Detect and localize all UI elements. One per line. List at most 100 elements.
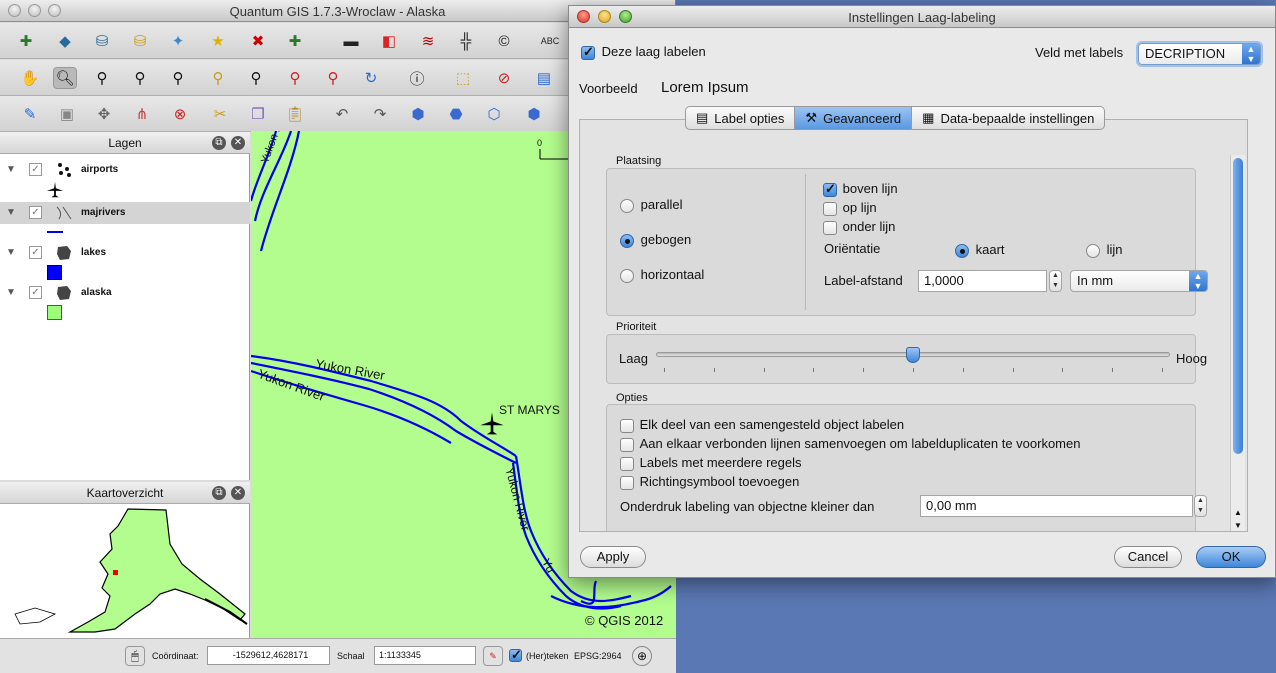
position-option[interactable]: boven lijn xyxy=(823,181,898,197)
delete-ring-icon[interactable]: ⬢ xyxy=(522,103,546,125)
suppress-stepper[interactable]: ▲ ▼ xyxy=(1194,495,1207,517)
copy-icon[interactable]: ❐ xyxy=(246,103,270,125)
label-every-part-checkbox[interactable] xyxy=(620,418,634,433)
above-line-checkbox[interactable] xyxy=(823,181,837,197)
zoom-next-icon[interactable]: ⚲ xyxy=(321,67,345,89)
add-vector-icon[interactable]: ◆ xyxy=(53,30,77,52)
option-item[interactable]: Labels met meerdere regels xyxy=(620,455,801,471)
plugin-red-icon[interactable]: ◧ xyxy=(377,30,401,52)
priority-slider-thumb[interactable] xyxy=(906,347,920,363)
label-abc-icon[interactable]: ABC xyxy=(538,30,562,52)
layer-visibility-checkbox[interactable]: ✓ xyxy=(29,163,42,176)
zoom-selection-icon[interactable]: ⚲ xyxy=(206,67,230,89)
content-scrollbar[interactable]: ▲ ▼ xyxy=(1230,155,1245,531)
mouse-coordinate-toggle-icon[interactable]: 🖱︎ xyxy=(125,646,145,666)
position-option[interactable]: op lijn xyxy=(823,200,877,216)
below-line-checkbox[interactable] xyxy=(823,220,837,235)
cut-icon[interactable]: ✂ xyxy=(208,103,232,125)
zoom-out-icon[interactable]: ⚲ xyxy=(90,67,114,89)
pan-hand-icon[interactable]: ✋ xyxy=(18,67,42,89)
merge-lines-checkbox[interactable] xyxy=(620,437,634,452)
tab-data-defined[interactable]: ▦ Data-bepaalde instellingen xyxy=(912,107,1104,129)
add-star-icon[interactable]: ★ xyxy=(206,30,230,52)
float-panel-icon[interactable]: ⧉ xyxy=(212,136,226,150)
placement-option[interactable]: parallel xyxy=(620,197,683,213)
distance-unit-select[interactable]: In mm ▲ ▼ xyxy=(1070,270,1208,292)
zoom-in-icon[interactable]: 🔍︎ xyxy=(53,67,77,89)
zoom-native-icon[interactable]: ⚲ xyxy=(244,67,268,89)
distance-stepper[interactable]: ▲ ▼ xyxy=(1049,270,1062,292)
tab-advanced[interactable]: ⚒ Geavanceerd xyxy=(795,107,913,129)
expand-arrow-icon[interactable]: ▼ xyxy=(6,164,16,175)
orientation-map-radio[interactable] xyxy=(955,243,969,258)
crs-label[interactable]: EPSG:2964 xyxy=(574,651,622,661)
add-wms-icon[interactable]: ✦ xyxy=(166,30,190,52)
scroll-up-icon[interactable]: ▲ xyxy=(1234,508,1242,517)
render-checkbox[interactable] xyxy=(509,647,522,663)
layer-visibility-checkbox[interactable]: ✓ xyxy=(29,206,42,219)
undo-icon[interactable]: ↶ xyxy=(330,103,354,125)
plugin-lines-icon[interactable]: ≋ xyxy=(416,30,440,52)
stop-render-icon[interactable]: ✎ xyxy=(483,646,503,666)
curved-radio[interactable] xyxy=(620,233,634,248)
zoom-full-icon[interactable]: ⚲ xyxy=(128,67,152,89)
add-part-icon[interactable]: ⬣ xyxy=(444,103,468,125)
layer-row-airports[interactable]: ▼ ✓ airports xyxy=(0,159,250,181)
scale-bar-icon[interactable]: ▬ xyxy=(339,30,363,52)
scale-field[interactable]: 1:1133345 xyxy=(374,646,476,665)
remove-layer-icon[interactable]: ✖ xyxy=(246,30,270,52)
on-line-checkbox[interactable] xyxy=(823,201,837,216)
cancel-button[interactable]: Cancel xyxy=(1114,546,1182,568)
tab-label-options[interactable]: ▤ Label opties xyxy=(686,107,796,129)
close-panel-icon[interactable]: ✕ xyxy=(231,136,245,150)
placement-option[interactable]: horizontaal xyxy=(620,267,704,283)
zoom-last-icon[interactable]: ⚲ xyxy=(283,67,307,89)
simplify-icon[interactable]: ⬡ xyxy=(482,103,506,125)
apply-button[interactable]: Apply xyxy=(580,546,646,568)
direction-symbol-checkbox[interactable] xyxy=(620,475,634,490)
orientation-option[interactable]: lijn xyxy=(1086,242,1123,258)
distance-input[interactable]: 1,0000 xyxy=(918,270,1047,292)
position-option[interactable]: onder lijn xyxy=(823,219,895,235)
zoom-layer-icon[interactable]: ⚲ xyxy=(166,67,190,89)
add-database-icon[interactable]: ⛁ xyxy=(90,30,114,52)
paste-icon[interactable]: 📋︎ xyxy=(283,103,307,125)
layer-visibility-checkbox[interactable]: ✓ xyxy=(29,286,42,299)
crs-globe-icon[interactable]: ⊕ xyxy=(632,646,652,666)
layer-row-alaska[interactable]: ▼ ✓ alaska xyxy=(0,282,250,304)
toggle-editing-icon[interactable]: ✎ xyxy=(18,103,42,125)
orientation-line-radio[interactable] xyxy=(1086,243,1100,258)
layer-row-lakes[interactable]: ▼ ✓ lakes xyxy=(0,242,250,264)
node-tool-icon[interactable]: ⋔ xyxy=(130,103,154,125)
layer-visibility-checkbox[interactable]: ✓ xyxy=(29,246,42,259)
label-layer-row[interactable]: Deze laag labelen xyxy=(581,44,706,60)
add-ring-icon[interactable]: ⬢ xyxy=(406,103,430,125)
identify-icon[interactable]: ⓘ xyxy=(405,67,429,89)
grid-icon[interactable]: ╬ xyxy=(454,30,478,52)
horizontal-radio[interactable] xyxy=(620,268,634,283)
label-field-select[interactable]: DECRIPTION ▲ ▼ xyxy=(1138,43,1261,65)
expand-arrow-icon[interactable]: ▼ xyxy=(6,247,16,258)
expand-arrow-icon[interactable]: ▼ xyxy=(6,287,16,298)
attribute-table-icon[interactable]: ▤ xyxy=(532,67,556,89)
add-postgis-icon[interactable]: ⛁ xyxy=(128,30,152,52)
label-layer-checkbox[interactable] xyxy=(581,44,595,60)
move-feature-icon[interactable]: ✥ xyxy=(92,103,116,125)
float-panel-icon[interactable]: ⧉ xyxy=(212,486,226,500)
ok-button[interactable]: OK xyxy=(1196,546,1266,568)
new-project-icon[interactable]: ✚ xyxy=(14,30,38,52)
layer-row-majrivers[interactable]: ▼ ✓ majrivers xyxy=(0,202,250,224)
scrollbar-thumb[interactable] xyxy=(1233,158,1243,454)
deselect-icon[interactable]: ⊘ xyxy=(492,67,516,89)
orientation-option[interactable]: kaart xyxy=(955,242,1005,258)
copyright-icon[interactable]: © xyxy=(492,30,516,52)
parallel-radio[interactable] xyxy=(620,198,634,213)
refresh-icon[interactable]: ↻ xyxy=(359,67,383,89)
close-panel-icon[interactable]: ✕ xyxy=(231,486,245,500)
option-item[interactable]: Elk deel van een samengesteld object lab… xyxy=(620,417,904,433)
placement-option[interactable]: gebogen xyxy=(620,232,691,248)
redo-icon[interactable]: ↷ xyxy=(368,103,392,125)
overview-map[interactable] xyxy=(0,504,250,638)
add-layer-icon[interactable]: ✚ xyxy=(283,30,307,52)
option-item[interactable]: Richtingsymbool toevoegen xyxy=(620,474,799,490)
